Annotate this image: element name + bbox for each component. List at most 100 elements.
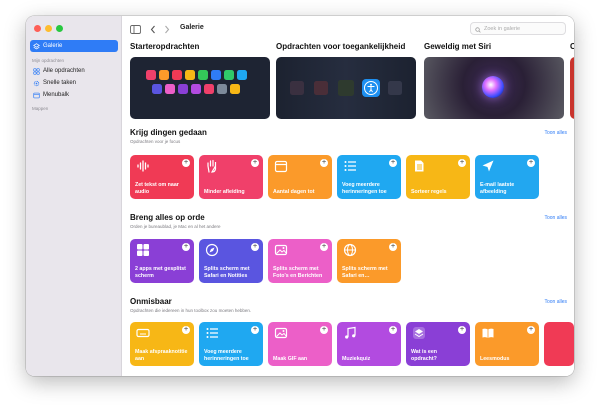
app-tile: [217, 84, 227, 94]
layers-icon: [33, 42, 40, 50]
featured-card-starter[interactable]: [130, 57, 270, 119]
app-window: Galerie Mijn opdrachten Alle opdrachten …: [26, 16, 574, 376]
add-button[interactable]: +: [389, 326, 397, 334]
search-input[interactable]: [484, 25, 564, 32]
app-tile: [172, 70, 182, 80]
app-tile: [290, 81, 304, 95]
card-label: Aantal dagen tot: [273, 188, 315, 195]
forward-icon[interactable]: [164, 24, 170, 34]
shortcut-card[interactable]: + Maak afspraaknotitie aan: [130, 322, 194, 366]
shortcut-card[interactable]: + Zet tekst om naar audio: [130, 155, 194, 199]
app-tile: [237, 70, 247, 80]
calendar-icon: [274, 159, 288, 173]
sidebar-item-quick-actions[interactable]: Snelle taken: [30, 77, 118, 89]
shortcut-card[interactable]: + Voeg meerdere herinneringen toe: [337, 155, 401, 199]
app-tile: [165, 84, 175, 94]
card-label: Muziekquiz: [342, 355, 371, 362]
sidebar-item-label: Menubalk: [43, 92, 70, 98]
back-icon[interactable]: [150, 24, 156, 34]
document-icon: [412, 159, 426, 173]
add-button[interactable]: +: [458, 326, 466, 334]
shortcut-card[interactable]: + Splits scherm met Safari en…: [337, 239, 401, 283]
shortcut-card[interactable]: + Aantal dagen tot: [268, 155, 332, 199]
card-label: Sorteer regels: [411, 188, 447, 195]
add-button[interactable]: +: [251, 159, 259, 167]
sidebar-item-label: Alle opdrachten: [43, 68, 85, 74]
sidebar-item-all-shortcuts[interactable]: Alle opdrachten: [30, 65, 118, 77]
shortcut-card[interactable]: + Minder afleiding: [199, 155, 263, 199]
list-icon: [205, 326, 219, 340]
app-tile: [314, 81, 328, 95]
music-icon: [343, 326, 357, 340]
zoom-button[interactable]: [56, 25, 63, 32]
page-title: Galerie: [180, 24, 204, 31]
add-button[interactable]: +: [320, 243, 328, 251]
add-button[interactable]: +: [320, 159, 328, 167]
add-button[interactable]: +: [251, 243, 259, 251]
add-button[interactable]: +: [527, 159, 535, 167]
app-tile: [224, 70, 234, 80]
add-button[interactable]: +: [182, 243, 190, 251]
card-label: Maak GIF aan: [273, 355, 308, 362]
featured-title: C: [570, 42, 574, 51]
sidebar-toggle-icon[interactable]: [130, 24, 141, 34]
shortcut-card[interactable]: + Leesmodus: [475, 322, 539, 366]
shortcut-card[interactable]: + Maak GIF aan: [268, 322, 332, 366]
add-button[interactable]: +: [182, 326, 190, 334]
paperplane-icon: [481, 159, 495, 173]
card-label: Splits scherm met Safari en…: [342, 266, 388, 279]
grid-icon: [136, 243, 150, 257]
section-title: Krijg dingen gedaan: [130, 128, 207, 137]
featured-card-accessibility[interactable]: [276, 57, 416, 119]
show-all-link[interactable]: Toon alles: [544, 130, 567, 136]
sidebar: Galerie Mijn opdrachten Alle opdrachten …: [26, 16, 122, 376]
featured-card-partial[interactable]: [570, 57, 574, 119]
shortcut-card[interactable]: + Splits scherm met Safari en Notities: [199, 239, 263, 283]
shortcut-card[interactable]: + Sorteer regels: [406, 155, 470, 199]
shortcut-card[interactable]: + Wat is een opdracht?: [406, 322, 470, 366]
show-all-link[interactable]: Toon alles: [544, 299, 567, 305]
sidebar-item-label: Snelle taken: [43, 80, 77, 86]
layers-icon: [412, 326, 426, 340]
gear-icon: [33, 80, 40, 87]
card-label: Minder afleiding: [204, 188, 245, 195]
add-button[interactable]: +: [389, 243, 397, 251]
show-all-link[interactable]: Toon alles: [544, 215, 567, 221]
app-tile: [211, 70, 221, 80]
card-label: 2 apps met gesplitst scherm: [135, 266, 186, 279]
section-subtitle: Opdrachten die iedereen in hun toolbox z…: [130, 308, 252, 313]
shortcut-card[interactable]: + Splits scherm met Foto's en Berichten: [268, 239, 332, 283]
featured-card-siri[interactable]: [424, 57, 564, 119]
shortcut-card[interactable]: + 2 apps met gesplitst scherm: [130, 239, 194, 283]
shortcut-card[interactable]: + Voeg meerdere herinneringen toe: [199, 322, 263, 366]
window-controls: [34, 25, 63, 32]
app-tile: [338, 80, 354, 96]
accessibility-icon: [362, 79, 380, 97]
add-button[interactable]: +: [251, 326, 259, 334]
card-label: Voeg meerdere herinneringen toe: [342, 182, 387, 195]
app-tile: [146, 70, 156, 80]
featured-row: Starteropdrachten Opdrachten voor toegan…: [130, 42, 574, 122]
app-tile: [152, 84, 162, 94]
sidebar-item-menu-bar[interactable]: Menubalk: [30, 89, 118, 101]
add-button[interactable]: +: [527, 326, 535, 334]
sidebar-item-gallery[interactable]: Galerie: [30, 40, 118, 52]
search-field[interactable]: [470, 22, 566, 35]
compass-icon: [205, 243, 219, 257]
add-button[interactable]: +: [389, 159, 397, 167]
app-tile: [388, 81, 402, 95]
list-icon: [343, 159, 357, 173]
minimize-button[interactable]: [45, 25, 52, 32]
card-label: Splits scherm met Foto's en Berichten: [273, 266, 323, 279]
add-button[interactable]: +: [320, 326, 328, 334]
book-icon: [481, 326, 495, 340]
photo-icon: [274, 326, 288, 340]
add-button[interactable]: +: [458, 159, 466, 167]
add-button[interactable]: +: [182, 159, 190, 167]
shortcut-card[interactable]: + Muziekquiz: [337, 322, 401, 366]
main-content: Galerie Starteropdrachten Opdrachten voo…: [122, 16, 574, 376]
close-button[interactable]: [34, 25, 41, 32]
shortcut-card[interactable]: + E-mail laatste afbeelding: [475, 155, 539, 199]
shortcut-card-partial[interactable]: [544, 322, 574, 366]
card-label: E-mail laatste afbeelding: [480, 182, 515, 195]
